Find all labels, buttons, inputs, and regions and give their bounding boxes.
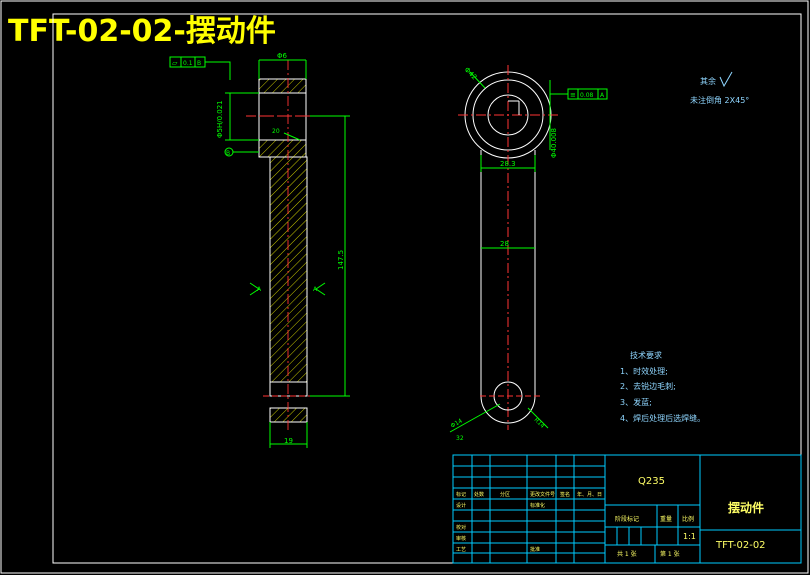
tech-item-3: 3、发蓝; — [620, 397, 652, 407]
side-view: Φ6 Φ5H/0.021 147.5 19 ▱ 0.1 B 20 B A A — [169, 52, 350, 448]
tolerance-datum: A — [600, 92, 605, 99]
label-date: 年、月、日 — [577, 491, 602, 498]
sheet-number: 第 1 张 — [660, 550, 680, 558]
weight-label: 重量 — [660, 515, 672, 523]
part-name: 摆动件 — [728, 500, 764, 515]
dim-length: 147.5 — [337, 250, 345, 270]
tech-heading: 技术要求 — [630, 350, 662, 360]
surface-note-line1: 其余 — [700, 76, 716, 86]
tech-requirements: 技术要求 1、时效处理; 2、去锐边毛刺; 3、发蓝; 4、焊后处理后选焊缝。 — [620, 350, 705, 423]
hub-hatch-bottom — [258, 139, 307, 158]
scale-value: 1:1 — [683, 532, 696, 541]
side-note-small: 20 — [272, 128, 280, 135]
drawing-number: TFT-02-02 — [715, 540, 766, 551]
tech-item-4: 4、焊后处理后选焊缝。 — [620, 413, 705, 423]
label-mark: 标记 — [456, 491, 466, 498]
tolerance-value: 0.08 — [580, 92, 594, 99]
dim-left: Φ5H/0.021 — [216, 100, 224, 138]
label-review: 审核 — [456, 535, 466, 542]
outer-frame — [0, 0, 809, 574]
dim-width-mid: 28 — [500, 240, 509, 248]
tolerance-symbol: ≡ — [570, 91, 576, 99]
dim-width-top: 28.3 — [500, 160, 516, 168]
flatness-symbol: ▱ — [172, 59, 178, 67]
label-count: 处数 — [474, 491, 484, 498]
dim-bore: Φ40.008 — [550, 128, 558, 158]
label-standard: 标准化 — [530, 502, 545, 509]
label-design: 设计 — [456, 502, 466, 509]
datum-b: B — [226, 150, 230, 157]
material: Q235 — [638, 476, 665, 487]
drawing-canvas: TFT-02-02-摆动件 Φ6 Φ5H/0.021 147.5 19 ▱ 0.… — [0, 0, 810, 575]
dim-top: Φ6 — [277, 52, 288, 60]
surface-note-line2: 未注倒角 2X45° — [690, 95, 749, 105]
label-process: 工艺 — [456, 547, 466, 553]
tech-item-1: 1、时效处理; — [620, 366, 668, 376]
dim-bottom: 19 — [284, 437, 293, 445]
flatness-datum: B — [197, 60, 201, 67]
section-mark-left: A — [257, 286, 262, 293]
dim-r: R14 — [533, 416, 546, 429]
label-sign: 签名 — [560, 491, 570, 498]
tech-item-2: 2、去锐边毛刺; — [620, 381, 676, 391]
inner-frame — [52, 13, 802, 564]
label-check: 校对 — [456, 524, 466, 531]
sheet-total: 共 1 张 — [617, 550, 637, 558]
label-approve: 批准 — [530, 546, 540, 553]
cad-drawing: Φ6 Φ5H/0.021 147.5 19 ▱ 0.1 B 20 B A A 2… — [0, 0, 809, 574]
stage-label: 阶段标记 — [615, 515, 639, 523]
front-view: 28.3 28 Φ40.008 Φ42 ≡ 0.08 A Φ14 32 R14 — [450, 65, 608, 442]
hub-hatch-top — [258, 78, 307, 94]
flatness-value: 0.1 — [183, 60, 193, 67]
dim-outer: Φ42 — [463, 66, 479, 82]
surface-note: 其余 未注倒角 2X45° — [690, 71, 749, 105]
label-change: 更改文件号 — [530, 491, 555, 498]
scale-label: 比例 — [682, 515, 694, 523]
dim-32: 32 — [456, 435, 464, 442]
label-zone: 分区 — [500, 491, 510, 498]
